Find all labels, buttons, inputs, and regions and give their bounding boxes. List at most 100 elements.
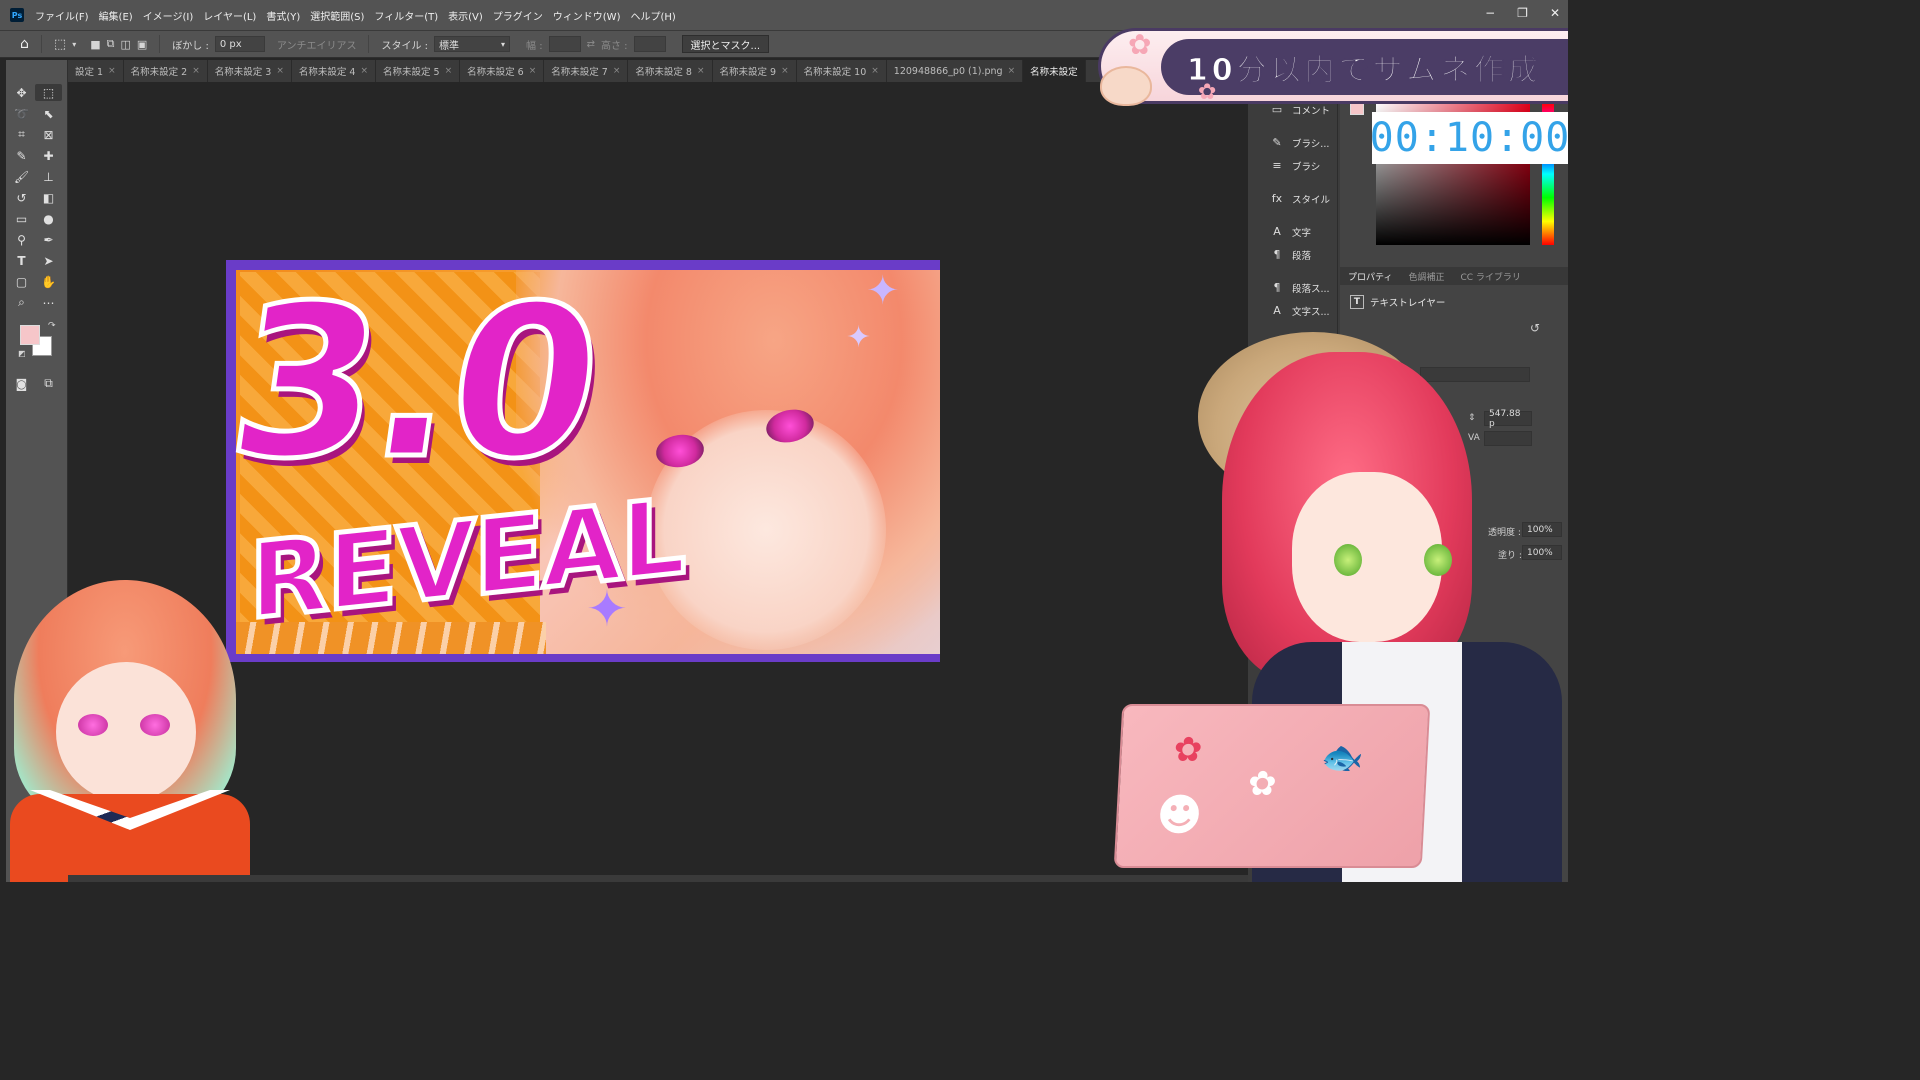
add-selection-icon[interactable]: ⧉ [107, 37, 115, 51]
path-select-icon[interactable]: ➤ [35, 252, 62, 269]
panel-character[interactable]: A 文字 [1260, 220, 1337, 243]
menu-edit[interactable]: 編集(E) [94, 8, 138, 23]
menu-layer[interactable]: レイヤー(L) [198, 8, 261, 23]
minimize-button[interactable]: − [1485, 6, 1495, 20]
close-icon[interactable]: × [445, 66, 453, 76]
foreground-color[interactable] [20, 325, 40, 345]
tab-document[interactable]: 名称未設定 5 × [376, 60, 461, 82]
tab-document[interactable]: 名称未設定 10 × [797, 60, 887, 82]
move-icon[interactable]: ✥ [8, 84, 35, 101]
horizontal-scrollbar[interactable] [68, 875, 1248, 882]
close-icon[interactable]: × [781, 66, 789, 76]
menu-type[interactable]: 書式(Y) [261, 8, 305, 23]
swap-icon[interactable]: ⇄ [587, 39, 595, 50]
rectangle-icon[interactable]: ▢ [8, 273, 35, 290]
menu-filter[interactable]: フィルター(T) [369, 8, 443, 23]
hand-icon[interactable]: ✋ [35, 273, 62, 290]
document-canvas[interactable]: 3.0 REVEAL ✦ ✦ ✦ [226, 260, 940, 662]
color-swatches: ↷ ◩ [6, 321, 67, 365]
tab-document[interactable]: 名称未設定 8 × [628, 60, 713, 82]
panel-grip[interactable] [6, 60, 67, 80]
quick-select-icon[interactable]: ⬉ [35, 105, 62, 122]
subtract-selection-icon[interactable]: ◫ [120, 38, 130, 51]
crop-icon[interactable]: ⌗ [8, 126, 35, 143]
tab-document[interactable]: 名称未設定 3 × [208, 60, 292, 82]
close-icon[interactable]: × [613, 66, 621, 76]
marquee-icon[interactable]: ⬚ [54, 37, 66, 52]
panel-paragraph[interactable]: ¶ 段落 [1260, 243, 1337, 266]
blur-icon[interactable]: ● [35, 210, 62, 227]
panel-brushes[interactable]: ≡ ブラシ [1260, 154, 1337, 177]
frame-icon[interactable]: ⊠ [35, 126, 62, 143]
style-select[interactable]: 標準 ▾ [434, 36, 511, 52]
more-icon[interactable]: ⋯ [35, 294, 62, 311]
brush-icon[interactable]: 🖌 [8, 168, 35, 185]
feather-input[interactable]: 0 px [214, 36, 265, 52]
select-and-mask-button[interactable]: 選択とマスク... [681, 35, 770, 53]
history-brush-icon[interactable]: ↺ [8, 189, 35, 206]
eyedropper-icon[interactable]: ✎ [8, 147, 35, 164]
tab-cc-libraries[interactable]: CC ライブラリ [1452, 270, 1528, 283]
intersect-selection-icon[interactable]: ▣ [137, 38, 147, 51]
stream-banner: 10分以内でサムネ作成 [1098, 28, 1568, 104]
dodge-icon[interactable]: ⚲ [8, 231, 35, 248]
close-icon[interactable]: × [276, 66, 284, 76]
menu-view[interactable]: 表示(V) [443, 8, 488, 23]
fx-icon: fx [1271, 192, 1283, 205]
panel-brush-settings[interactable]: ✎ ブラシ... [1260, 131, 1337, 154]
quick-mask-icon[interactable]: ◙ [8, 375, 35, 392]
tab-document-active[interactable]: 名称未設定 [1023, 60, 1086, 82]
zoom-icon[interactable]: ⌕ [8, 294, 35, 311]
default-colors-icon[interactable]: ◩ [18, 349, 26, 358]
close-button[interactable]: ✕ [1550, 6, 1560, 20]
tab-document[interactable]: 名称未設定 9 × [713, 60, 797, 82]
close-icon[interactable]: × [529, 66, 537, 76]
tab-properties[interactable]: プロパティ [1340, 270, 1400, 283]
stamp-icon[interactable]: ⊥ [35, 168, 62, 185]
marquee-icon[interactable]: ⬚ [35, 84, 62, 101]
close-icon[interactable]: × [871, 66, 879, 76]
menu-window[interactable]: ウィンドウ(W) [548, 8, 626, 23]
avatar-eye [1334, 544, 1362, 576]
lasso-icon[interactable]: ➰ [8, 105, 35, 122]
tab-label: 120948866_p0 (1).png [893, 65, 1003, 77]
height-input[interactable] [633, 36, 666, 52]
close-icon[interactable]: × [360, 66, 368, 76]
type-icon[interactable]: T [8, 252, 35, 269]
close-icon[interactable]: × [1008, 66, 1016, 76]
tab-document[interactable]: 名称未設定 4 × [292, 60, 376, 82]
close-icon[interactable]: × [108, 66, 116, 76]
menu-plugins[interactable]: プラグイン [488, 8, 548, 23]
width-input[interactable] [548, 36, 581, 52]
tab-document[interactable]: 名称未設定 2 × [124, 60, 208, 82]
close-icon[interactable]: × [192, 66, 200, 76]
chevron-down-icon[interactable]: ▾ [72, 40, 76, 49]
layer-type-label: テキストレイヤー [1370, 298, 1446, 309]
tab-adjustments[interactable]: 色調補正 [1400, 270, 1452, 283]
tab-label: 名称未設定 9 [719, 67, 777, 78]
antialias-checkbox[interactable]: アンチエイリアス [277, 37, 357, 52]
close-icon[interactable]: × [697, 66, 705, 76]
menu-file[interactable]: ファイル(F) [30, 8, 94, 23]
tab-document[interactable]: 120948866_p0 (1).png × [887, 60, 1024, 82]
tab-document[interactable]: 設定 1 × [68, 60, 124, 82]
restore-button[interactable]: ❐ [1517, 6, 1528, 20]
panel-styles[interactable]: fx スタイル [1260, 187, 1337, 210]
menu-select[interactable]: 選択範囲(S) [305, 8, 369, 23]
new-selection-icon[interactable]: ■ [90, 38, 100, 51]
sakura-sticker-icon: ✿ [1247, 764, 1278, 804]
panel-character-styles[interactable]: A 文字ス... [1260, 299, 1337, 322]
swap-colors-icon[interactable]: ↷ [48, 321, 56, 331]
healing-icon[interactable]: ✚ [35, 147, 62, 164]
eraser-icon[interactable]: ◧ [35, 189, 62, 206]
panel-label: 段落ス... [1292, 283, 1330, 295]
gradient-icon[interactable]: ▭ [8, 210, 35, 227]
tab-document[interactable]: 名称未設定 6 × [460, 60, 545, 82]
menu-help[interactable]: ヘルプ(H) [625, 8, 680, 23]
pen-icon[interactable]: ✒ [35, 231, 62, 248]
screen-mode-icon[interactable]: ⧉ [35, 375, 62, 392]
tab-document[interactable]: 名称未設定 7 × [544, 60, 629, 82]
panel-paragraph-styles[interactable]: ¶ 段落ス... [1260, 276, 1337, 299]
home-icon[interactable]: ⌂ [20, 36, 29, 52]
menu-image[interactable]: イメージ(I) [138, 8, 199, 23]
